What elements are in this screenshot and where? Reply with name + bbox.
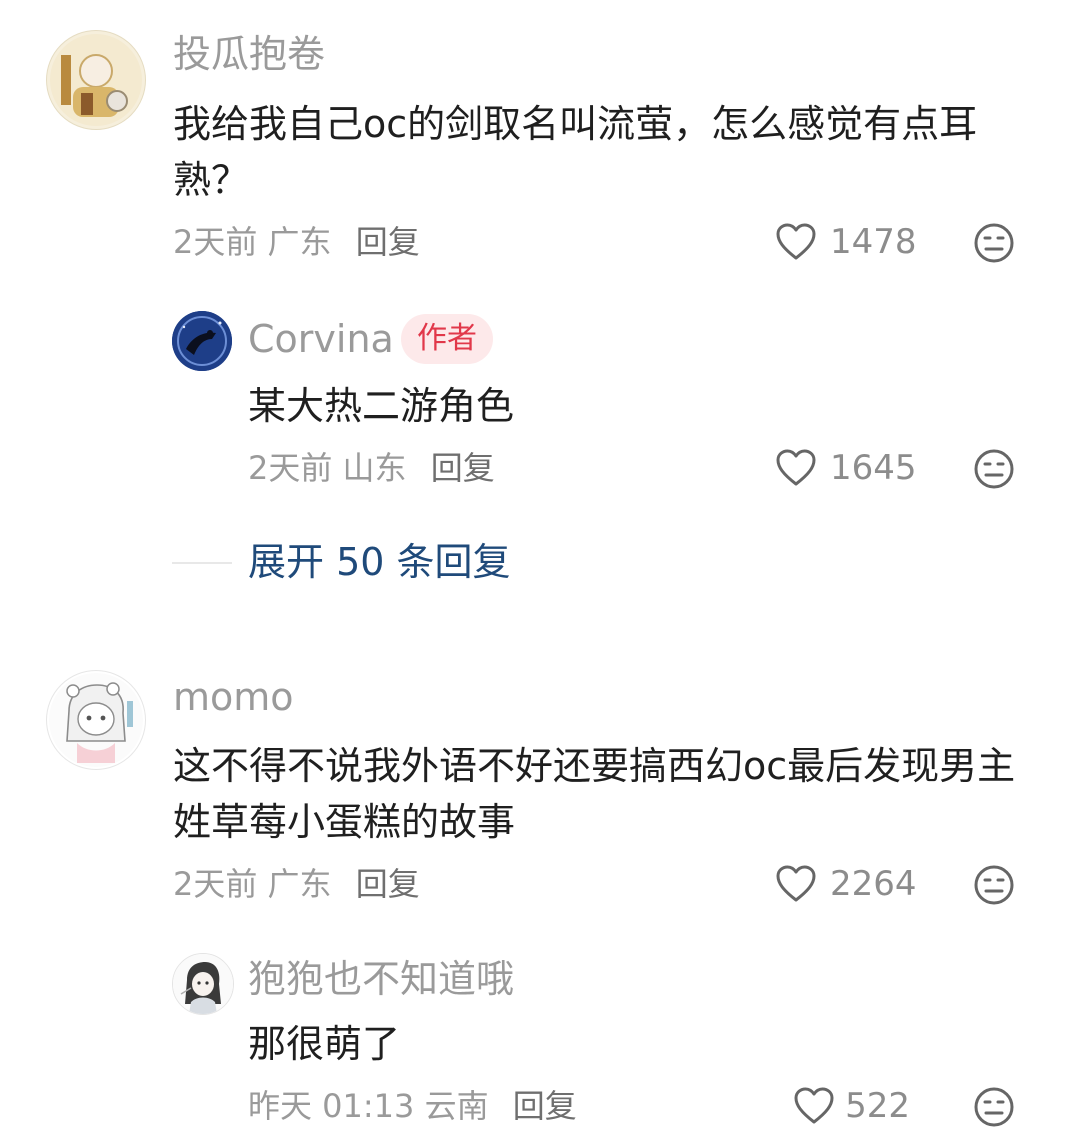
reply-location: 山东 <box>342 449 407 487</box>
reply-text: 那很萌了 <box>248 1022 401 1066</box>
like-count: 522 <box>845 1086 910 1126</box>
like-count: 2264 <box>830 864 917 904</box>
expand-divider <box>172 562 232 564</box>
reply-button[interactable]: 回复 <box>513 1087 577 1125</box>
dislike-face-icon[interactable] <box>973 864 1015 906</box>
comment-meta: 2天前 广东 回复 <box>173 868 420 900</box>
comment-meta: 2天前 广东 回复 <box>173 226 420 258</box>
reply-meta: 2天前 山东 回复 <box>248 452 495 484</box>
dislike-face-icon[interactable] <box>973 222 1015 264</box>
reply-username[interactable]: Corvina <box>248 320 394 358</box>
avatar[interactable] <box>46 30 146 130</box>
comment-location: 广东 <box>267 223 332 261</box>
comment-text: 这不得不说我外语不好还要搞西幻oc最后发现男主姓草莓小蛋糕的故事 <box>173 744 1016 844</box>
comment-username[interactable]: 投瓜抱卷 <box>173 35 325 73</box>
like-count: 1478 <box>830 222 917 262</box>
comment-text: 我给我自己oc的剑取名叫流萤，怎么感觉有点耳熟？ <box>173 102 978 202</box>
reply-meta: 昨天 01:13 云南 回复 <box>248 1090 577 1122</box>
comment-time: 2天前 <box>173 223 258 261</box>
comment-location: 广东 <box>267 865 332 903</box>
heart-icon[interactable] <box>793 1086 835 1126</box>
comment-username[interactable]: momo <box>173 678 294 716</box>
heart-icon[interactable] <box>775 448 817 488</box>
reply-avatar[interactable] <box>172 953 234 1015</box>
like-count: 1645 <box>830 448 917 488</box>
reply-button[interactable]: 回复 <box>356 223 420 261</box>
dislike-face-icon[interactable] <box>973 1086 1015 1128</box>
author-badge: 作者 <box>401 314 493 364</box>
reply-time: 昨天 01:13 <box>248 1087 415 1125</box>
avatar[interactable] <box>46 670 146 770</box>
reply-text: 某大热二游角色 <box>248 384 515 428</box>
heart-icon[interactable] <box>775 222 817 262</box>
reply-location: 云南 <box>424 1087 489 1125</box>
reply-button[interactable]: 回复 <box>431 449 495 487</box>
reply-time: 2天前 <box>248 449 333 487</box>
reply-button[interactable]: 回复 <box>356 865 420 903</box>
dislike-face-icon[interactable] <box>973 448 1015 490</box>
reply-avatar[interactable] <box>172 311 232 371</box>
expand-replies-button[interactable]: 展开 50 条回复 <box>248 543 511 581</box>
reply-username[interactable]: 狍狍也不知道哦 <box>248 960 514 998</box>
heart-icon[interactable] <box>775 864 817 904</box>
comment-time: 2天前 <box>173 865 258 903</box>
